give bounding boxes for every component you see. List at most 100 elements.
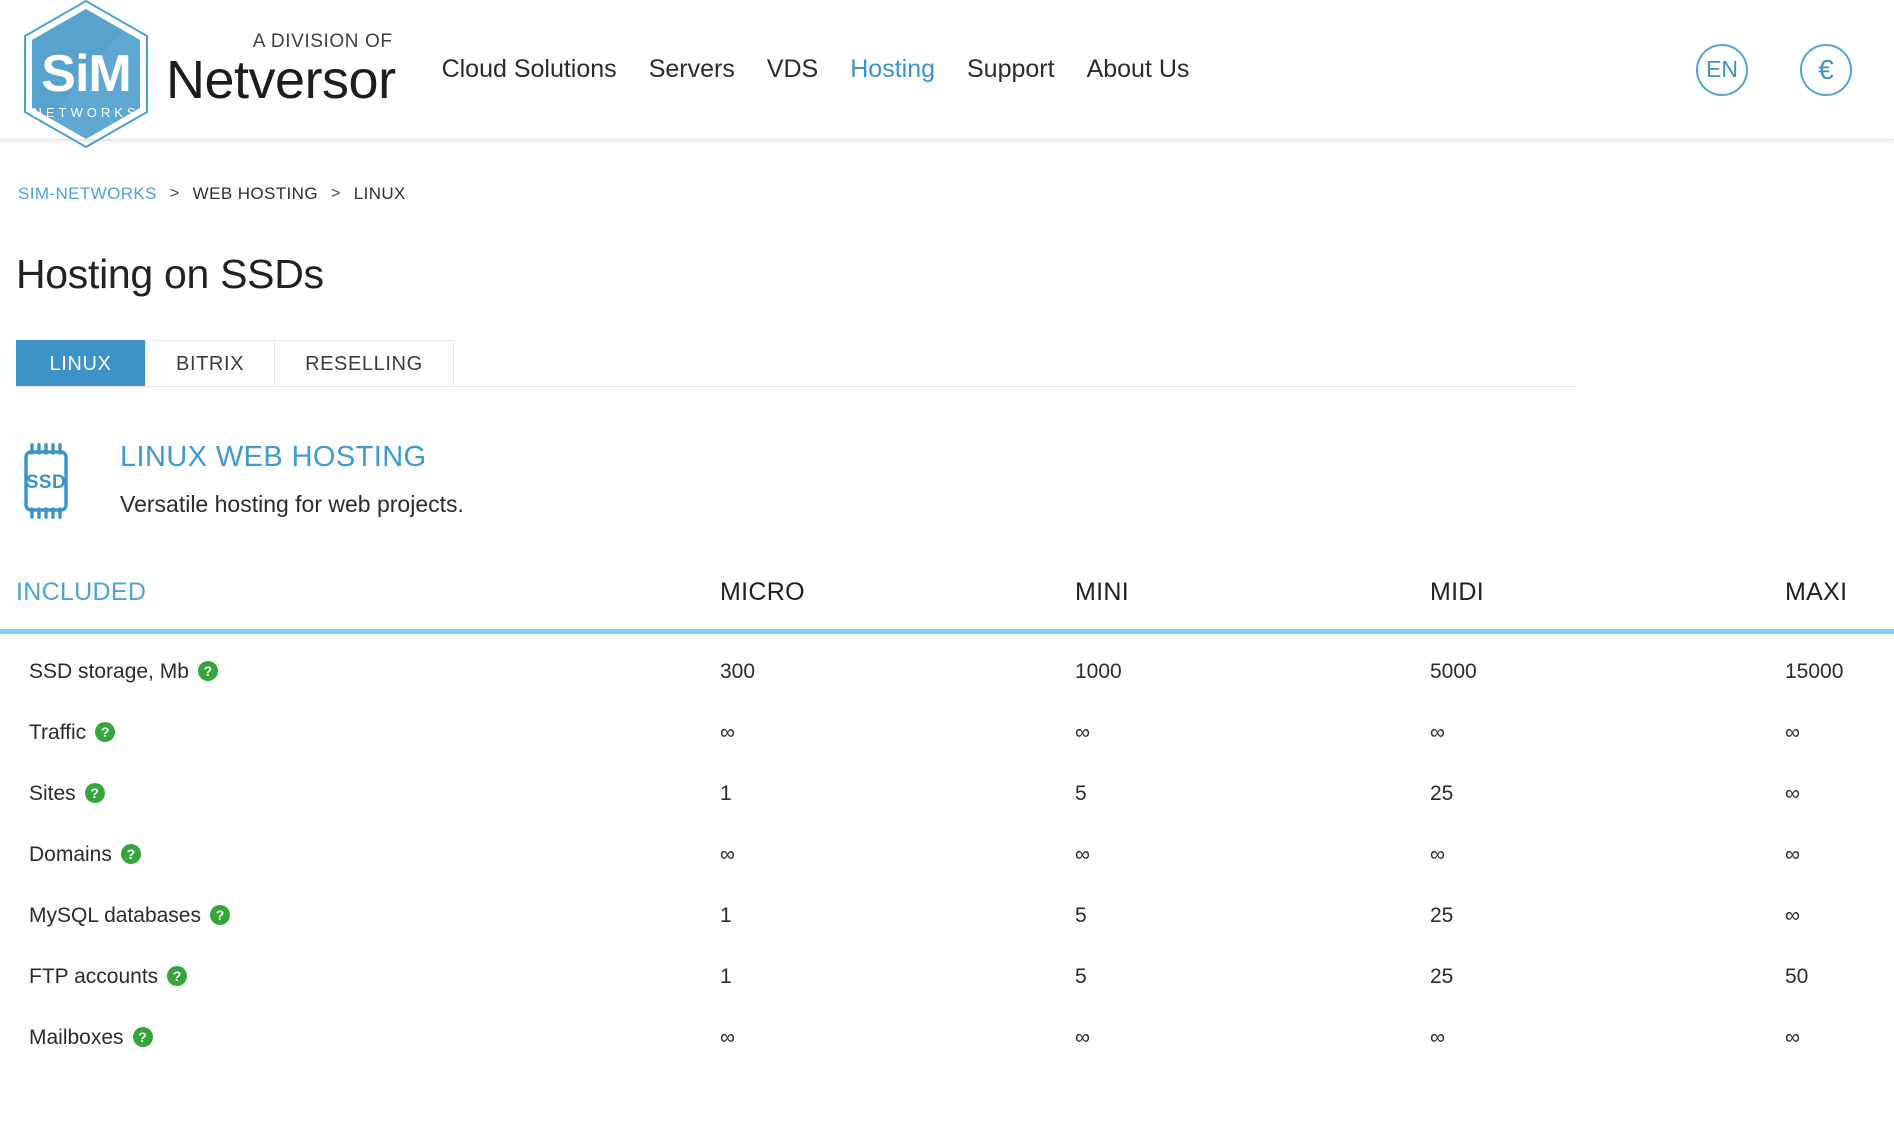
column-header-micro: MICRO [720, 578, 805, 606]
plan-table-header-row: INCLUDED MICRO MINI MIDI MAXI [0, 578, 1894, 632]
sim-networks-hexagon-logo[interactable]: SiM NETWORKS [22, 0, 150, 149]
main-navigation: Cloud Solutions Servers VDS Hosting Supp… [442, 55, 1696, 84]
column-header-included: INCLUDED [16, 578, 147, 606]
plan-value-cell: 1 [720, 782, 732, 805]
plan-value-cell: ∞ [1075, 843, 1090, 866]
ssd-chip-icon-svg: SSD [24, 443, 68, 519]
brand-text: A DIVISION OF Netversor [166, 32, 396, 107]
tab-reselling[interactable]: RESELLING [274, 340, 454, 386]
column-header-maxi: MAXI [1785, 578, 1848, 606]
table-row: Traffic? ∞ ∞ ∞ ∞ [0, 702, 1894, 763]
help-question-icon[interactable]: ? [84, 783, 105, 803]
nav-item-hosting[interactable]: Hosting [850, 55, 935, 84]
plan-table-body: SSD storage, Mb? 300 1000 5000 15000 Traffic?… [0, 632, 1894, 1069]
feature-label: FTP accounts [29, 965, 159, 988]
feature-name-cell: MySQL databases? [0, 885, 720, 946]
logo-block[interactable]: SiM NETWORKS A DIVISION OF Netversor [0, 0, 396, 149]
feature-label: Sites [29, 782, 76, 805]
plan-value-cell: ∞ [1430, 843, 1445, 866]
plan-value-cell: 5 [1075, 904, 1087, 927]
plan-value-cell: ∞ [1430, 721, 1445, 744]
plan-value-cell: ∞ [720, 721, 735, 744]
product-meta: LINUX WEB HOSTING Versatile hosting for … [120, 441, 464, 518]
feature-label: Mailboxes [29, 1026, 124, 1049]
feature-name-cell: SSD storage, Mb? [0, 632, 720, 703]
feature-label: MySQL databases [29, 904, 201, 927]
brand-name: Netversor [166, 50, 396, 110]
feature-name-cell: Traffic? [0, 702, 720, 763]
feature-label: SSD storage, Mb [29, 660, 189, 683]
plan-table-head: INCLUDED MICRO MINI MIDI MAXI [0, 578, 1894, 632]
breadcrumb-separator-2: > [330, 185, 341, 202]
breadcrumb-item-web-hosting[interactable]: WEB HOSTING [193, 184, 318, 204]
feature-label: Traffic [29, 721, 87, 744]
product-name: LINUX WEB HOSTING [120, 441, 427, 473]
product-description: Versatile hosting for web projects. [120, 491, 464, 517]
nav-item-support[interactable]: Support [967, 55, 1055, 84]
help-question-icon[interactable]: ? [167, 966, 188, 986]
table-row: MySQL databases? 1 5 25 ∞ [0, 885, 1894, 946]
plan-value-cell: ∞ [1430, 1026, 1445, 1049]
help-question-icon[interactable]: ? [120, 844, 141, 864]
tab-bitrix[interactable]: BITRIX [145, 340, 276, 386]
plan-value-cell: ∞ [720, 1026, 735, 1049]
plan-value-cell: ∞ [1075, 721, 1090, 744]
table-row: Mailboxes? ∞ ∞ ∞ ∞ [0, 1007, 1894, 1068]
hosting-type-tabs: LINUX BITRIX RESELLING [16, 340, 1576, 387]
plan-value-cell: 15000 [1785, 660, 1844, 683]
breadcrumb-separator-1: > [169, 185, 180, 202]
table-row: Domains? ∞ ∞ ∞ ∞ [0, 824, 1894, 885]
tab-linux[interactable]: LINUX [16, 340, 146, 386]
help-question-icon[interactable]: ? [197, 661, 218, 681]
ssd-chip-icon: SSD [16, 443, 76, 524]
plan-value-cell: ∞ [1785, 1026, 1800, 1049]
header-actions: EN € [1696, 43, 1894, 96]
plan-value-cell: ∞ [1785, 843, 1800, 866]
plan-comparison-table: INCLUDED MICRO MINI MIDI MAXI SSD storag… [0, 578, 1894, 1068]
column-header-mini: MINI [1075, 578, 1129, 606]
plan-value-cell: 1 [720, 904, 732, 927]
plan-value-cell: 5000 [1430, 660, 1477, 683]
plan-value-cell: 25 [1430, 965, 1454, 988]
plan-value-cell: 300 [720, 660, 756, 683]
plan-value-cell: 1000 [1075, 660, 1122, 683]
table-row: Sites? 1 5 25 ∞ [0, 763, 1894, 824]
feature-name-cell: FTP accounts? [0, 946, 720, 1007]
plan-value-cell: 25 [1430, 782, 1454, 805]
nav-item-vds[interactable]: VDS [767, 55, 818, 84]
nav-item-cloud-solutions[interactable]: Cloud Solutions [442, 55, 617, 84]
plan-value-cell: 25 [1430, 904, 1454, 927]
svg-text:NETWORKS: NETWORKS [32, 105, 139, 120]
currency-switcher-button[interactable]: € [1800, 43, 1852, 96]
feature-name-cell: Mailboxes? [0, 1007, 720, 1068]
plan-value-cell: ∞ [1785, 904, 1800, 927]
help-question-icon[interactable]: ? [209, 905, 230, 925]
ssd-icon-label: SSD [26, 472, 66, 493]
plan-value-cell: ∞ [1075, 1026, 1090, 1049]
column-header-midi: MIDI [1430, 578, 1484, 606]
page-title: Hosting on SSDs [16, 251, 324, 297]
help-question-icon[interactable]: ? [95, 722, 116, 742]
help-question-icon[interactable]: ? [132, 1027, 153, 1047]
site-header: SiM NETWORKS A DIVISION OF Netversor Clo… [0, 0, 1894, 148]
plan-value-cell: ∞ [1785, 721, 1800, 744]
plan-value-cell: 50 [1785, 965, 1809, 988]
table-row: SSD storage, Mb? 300 1000 5000 15000 [0, 632, 1894, 703]
plan-value-cell: 5 [1075, 965, 1087, 988]
breadcrumb-item-linux: LINUX [353, 184, 406, 203]
language-switcher-button[interactable]: EN [1696, 43, 1748, 96]
table-row: FTP accounts? 1 5 25 50 [0, 946, 1894, 1007]
plan-value-cell: 5 [1075, 782, 1087, 805]
svg-text:SiM: SiM [41, 45, 130, 103]
feature-name-cell: Domains? [0, 824, 720, 885]
breadcrumb: SIM-NETWORKS > WEB HOSTING > LINUX [0, 140, 1894, 204]
plan-value-cell: ∞ [1785, 782, 1800, 805]
breadcrumb-item-sim-networks[interactable]: SIM-NETWORKS [18, 184, 157, 204]
feature-name-cell: Sites? [0, 763, 720, 824]
feature-label: Domains [29, 843, 112, 866]
nav-item-servers[interactable]: Servers [649, 55, 735, 84]
brand-division-label: A DIVISION OF [252, 31, 393, 52]
product-header: SSD LINUX WEB HOSTING Versatile hosting … [0, 387, 1894, 524]
nav-item-about-us[interactable]: About Us [1087, 55, 1190, 84]
hexagon-logo-svg: SiM NETWORKS [24, 0, 148, 148]
